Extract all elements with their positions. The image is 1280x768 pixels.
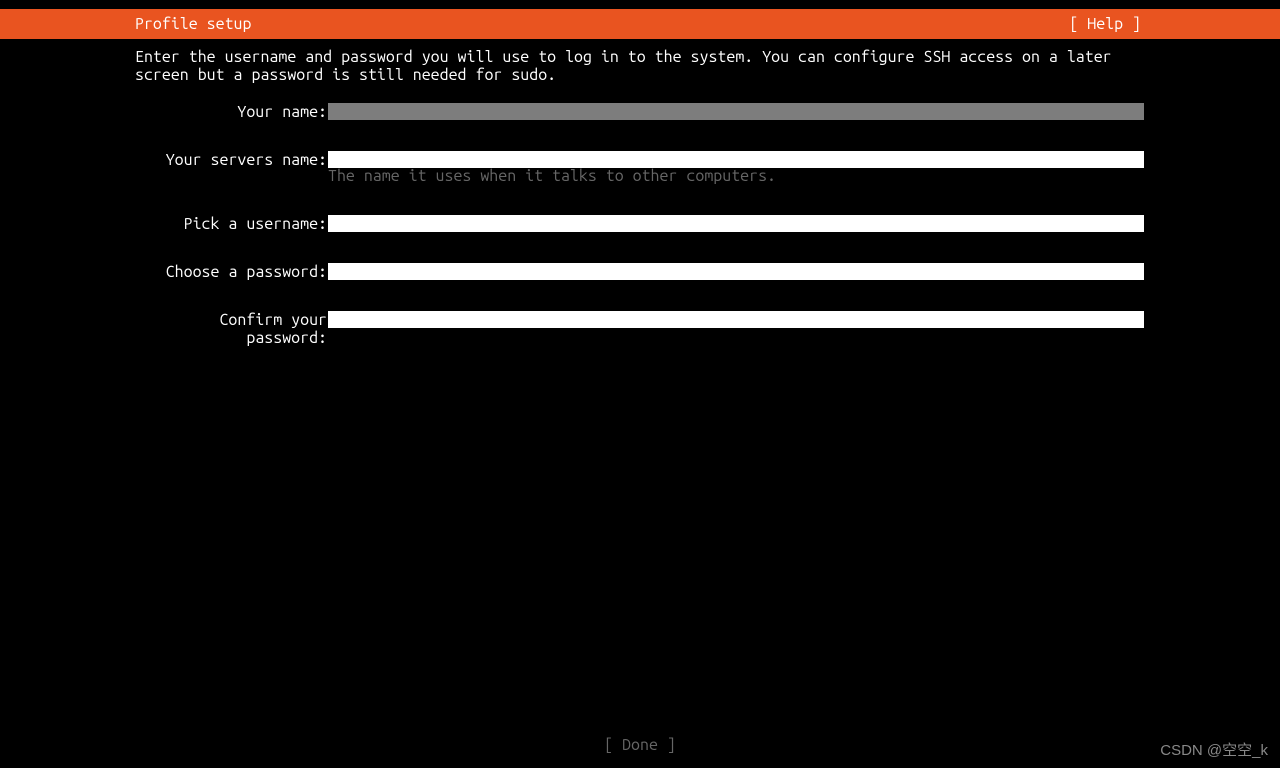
input-confirm-password[interactable] — [328, 311, 1144, 328]
form-row-username: Pick a username: — [135, 215, 1145, 233]
header-bar: Profile setup [ Help ] — [0, 9, 1280, 39]
label-password: Choose a password: — [135, 263, 327, 281]
form-row-confirm-password: Confirm your password: — [135, 311, 1145, 347]
form-row-server-name: Your servers name: The name it uses when… — [135, 151, 1145, 186]
input-username[interactable] — [328, 215, 1144, 232]
label-your-name: Your name: — [135, 103, 327, 121]
footer-bar: [ Done ] — [0, 736, 1280, 754]
input-your-name[interactable] — [328, 103, 1144, 120]
help-button[interactable]: [ Help ] — [1069, 15, 1141, 33]
form-row-your-name: Your name: — [135, 103, 1145, 121]
label-confirm-password: Confirm your password: — [135, 311, 327, 347]
watermark-text: CSDN @空空_k — [1160, 739, 1268, 760]
form-row-password: Choose a password: — [135, 263, 1145, 281]
instructions-text: Enter the username and password you will… — [135, 48, 1145, 85]
page-title: Profile setup — [135, 15, 251, 33]
hint-server-name: The name it uses when it talks to other … — [328, 168, 1145, 186]
label-server-name: Your servers name: — [135, 151, 327, 169]
content-area: Enter the username and password you will… — [135, 48, 1145, 377]
label-username: Pick a username: — [135, 215, 327, 233]
done-button[interactable]: [ Done ] — [604, 736, 676, 754]
input-server-name[interactable] — [328, 151, 1144, 168]
input-password[interactable] — [328, 263, 1144, 280]
